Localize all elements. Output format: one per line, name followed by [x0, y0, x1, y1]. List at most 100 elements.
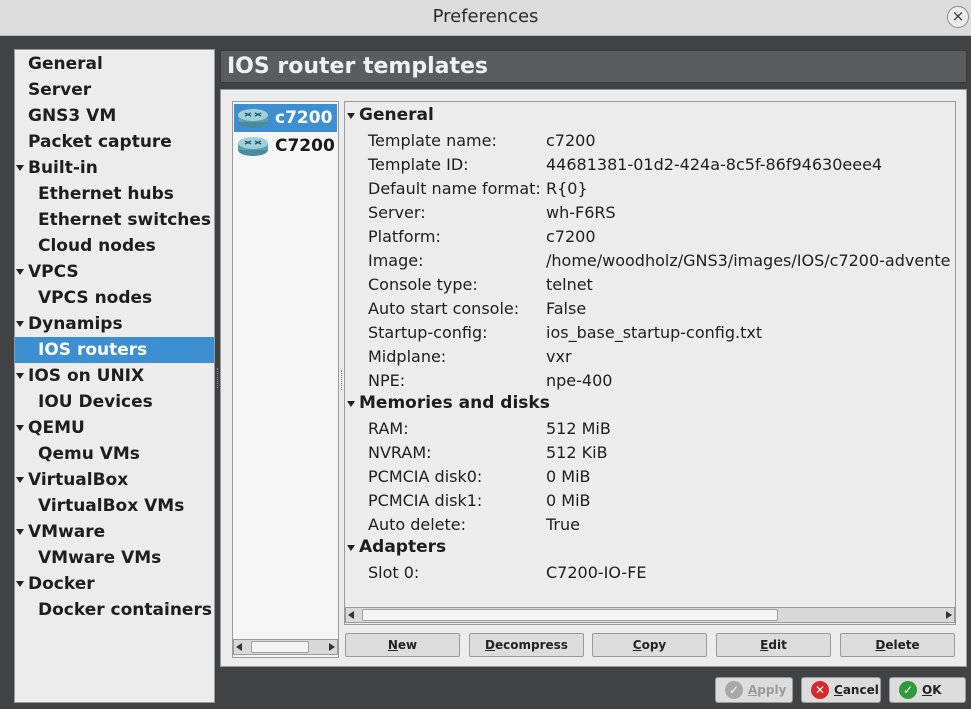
prop-value: /home/woodholz/GNS3/images/IOS/c7200-adv…: [546, 251, 951, 270]
page-title: IOS router templates: [227, 54, 488, 79]
sidebar-item-label: Docker: [28, 574, 95, 594]
preferences-sidebar: General Server GNS3 VM Packet capture Bu…: [14, 49, 215, 703]
prop-value: wh-F6RS: [546, 203, 616, 222]
sidebar-group-vmware[interactable]: VMware: [15, 519, 214, 545]
ok-button[interactable]: ✓ OK: [889, 677, 966, 703]
expand-caret-icon[interactable]: [16, 477, 24, 483]
button-label: elete: [885, 638, 920, 652]
template-list-hscrollbar[interactable]: [233, 639, 338, 655]
template-list[interactable]: c7200 C7200: [232, 101, 339, 658]
section-general[interactable]: General: [347, 105, 434, 125]
expand-caret-icon[interactable]: [16, 373, 24, 379]
prop-value: 44681381-01d2-424a-8c5f-86f94630eee4: [546, 155, 883, 174]
sidebar-item-label: Dynamips: [28, 314, 123, 334]
sidebar-item-label: Ethernet switches: [38, 210, 212, 230]
scroll-left-icon[interactable]: [236, 643, 242, 651]
sidebar-group-vpcs[interactable]: VPCS: [15, 259, 214, 285]
prop-key: Midplane:: [368, 347, 447, 366]
scroll-right-icon[interactable]: [946, 611, 952, 619]
sidebar-item-label: VPCS nodes: [38, 288, 153, 308]
expand-caret-icon[interactable]: [16, 321, 24, 327]
prop-value: C7200-IO-FE: [546, 563, 647, 582]
prop-value: 512 MiB: [546, 419, 611, 438]
sidebar-item-label: VirtualBox: [28, 470, 129, 490]
scroll-right-icon[interactable]: [329, 643, 335, 651]
mnemonic: A: [748, 683, 758, 697]
sidebar-item-docker-containers[interactable]: Docker containers: [15, 597, 214, 623]
sidebar-item-label: IOS routers: [38, 340, 148, 360]
template-item-c7200[interactable]: c7200: [234, 104, 337, 132]
sidebar-item-qemu-vms[interactable]: Qemu VMs: [15, 441, 214, 467]
delete-button[interactable]: Delete: [840, 633, 955, 657]
expand-caret-icon[interactable]: [16, 165, 24, 171]
mnemonic: N: [387, 638, 398, 652]
sidebar-item-ethernet-switches[interactable]: Ethernet switches: [15, 207, 214, 233]
collapse-caret-icon[interactable]: [347, 545, 355, 551]
prop-key: Platform:: [368, 227, 441, 246]
button-label: opy: [641, 638, 667, 652]
expand-caret-icon[interactable]: [16, 425, 24, 431]
scroll-left-icon[interactable]: [348, 611, 354, 619]
router-icon: [238, 137, 268, 156]
prop-value: ios_base_startup-config.txt: [546, 323, 763, 342]
decompress-button[interactable]: Decompress: [469, 633, 584, 657]
sidebar-item-iou-devices[interactable]: IOU Devices: [15, 389, 214, 415]
scrollbar-thumb[interactable]: [251, 641, 309, 653]
section-header: General: [359, 105, 434, 125]
close-button[interactable]: ×: [947, 6, 969, 28]
sidebar-item-label: Cloud nodes: [38, 236, 156, 256]
cancel-button[interactable]: ✕ Cancel: [801, 677, 881, 703]
prop-key: Auto start console:: [368, 299, 520, 318]
sidebar-item-vpcs-nodes[interactable]: VPCS nodes: [15, 285, 214, 311]
sidebar-item-virtualbox-vms[interactable]: VirtualBox VMs: [15, 493, 214, 519]
sidebar-item-server[interactable]: Server: [15, 77, 214, 103]
collapse-caret-icon[interactable]: [347, 401, 355, 407]
prop-key: Image:: [368, 251, 424, 270]
properties-hscrollbar[interactable]: [345, 607, 955, 623]
apply-button[interactable]: ✓ Apply: [715, 677, 793, 703]
button-label: dit: [768, 638, 787, 652]
sidebar-group-docker[interactable]: Docker: [15, 571, 214, 597]
sidebar-item-vmware-vms[interactable]: VMware VMs: [15, 545, 214, 571]
prop-key: PCMCIA disk1:: [368, 491, 483, 510]
section-memories-and-disks[interactable]: Memories and disks: [347, 393, 550, 413]
sidebar-item-label: Ethernet hubs: [38, 184, 174, 204]
scrollbar-thumb[interactable]: [362, 609, 778, 621]
new-button[interactable]: New: [345, 633, 460, 657]
sidebar-group-built-in[interactable]: Built-in: [15, 155, 214, 181]
sidebar-item-packet-capture[interactable]: Packet capture: [15, 129, 214, 155]
mnemonic: D: [485, 638, 496, 652]
sidebar-item-ethernet-hubs[interactable]: Ethernet hubs: [15, 181, 214, 207]
prop-key: Auto delete:: [368, 515, 467, 534]
edit-button[interactable]: Edit: [716, 633, 831, 657]
prop-value: telnet: [546, 275, 593, 294]
button-label: ecompress: [495, 638, 568, 652]
prop-value: R{0}: [546, 179, 588, 198]
sidebar-item-label: General: [28, 54, 103, 74]
section-header: Memories and disks: [359, 393, 550, 413]
copy-button[interactable]: Copy: [592, 633, 707, 657]
prop-value: npe-400: [546, 371, 613, 390]
prop-key: Startup-config:: [368, 323, 488, 342]
sidebar-group-qemu[interactable]: QEMU: [15, 415, 214, 441]
router-icon: [238, 109, 268, 128]
sidebar-item-label: VMware: [28, 522, 106, 542]
expand-caret-icon[interactable]: [16, 581, 24, 587]
prop-key: Template name:: [368, 131, 497, 150]
mnemonic: C: [632, 638, 642, 652]
sidebar-item-gns3-vm[interactable]: GNS3 VM: [15, 103, 214, 129]
collapse-caret-icon[interactable]: [347, 113, 355, 119]
prop-key: Default name format:: [368, 179, 541, 198]
sidebar-group-virtualbox[interactable]: VirtualBox: [15, 467, 214, 493]
sidebar-item-general[interactable]: General: [15, 51, 214, 77]
expand-caret-icon[interactable]: [16, 529, 24, 535]
button-label: ancel: [842, 683, 879, 697]
sidebar-item-cloud-nodes[interactable]: Cloud nodes: [15, 233, 214, 259]
sidebar-item-ios-routers[interactable]: IOS routers: [15, 337, 214, 363]
sidebar-group-ios-on-unix[interactable]: IOS on UNIX: [15, 363, 214, 389]
section-adapters[interactable]: Adapters: [347, 537, 446, 557]
mnemonic: O: [922, 683, 933, 697]
template-item-C7200[interactable]: C7200: [234, 132, 337, 160]
expand-caret-icon[interactable]: [16, 269, 24, 275]
sidebar-group-dynamips[interactable]: Dynamips: [15, 311, 214, 337]
